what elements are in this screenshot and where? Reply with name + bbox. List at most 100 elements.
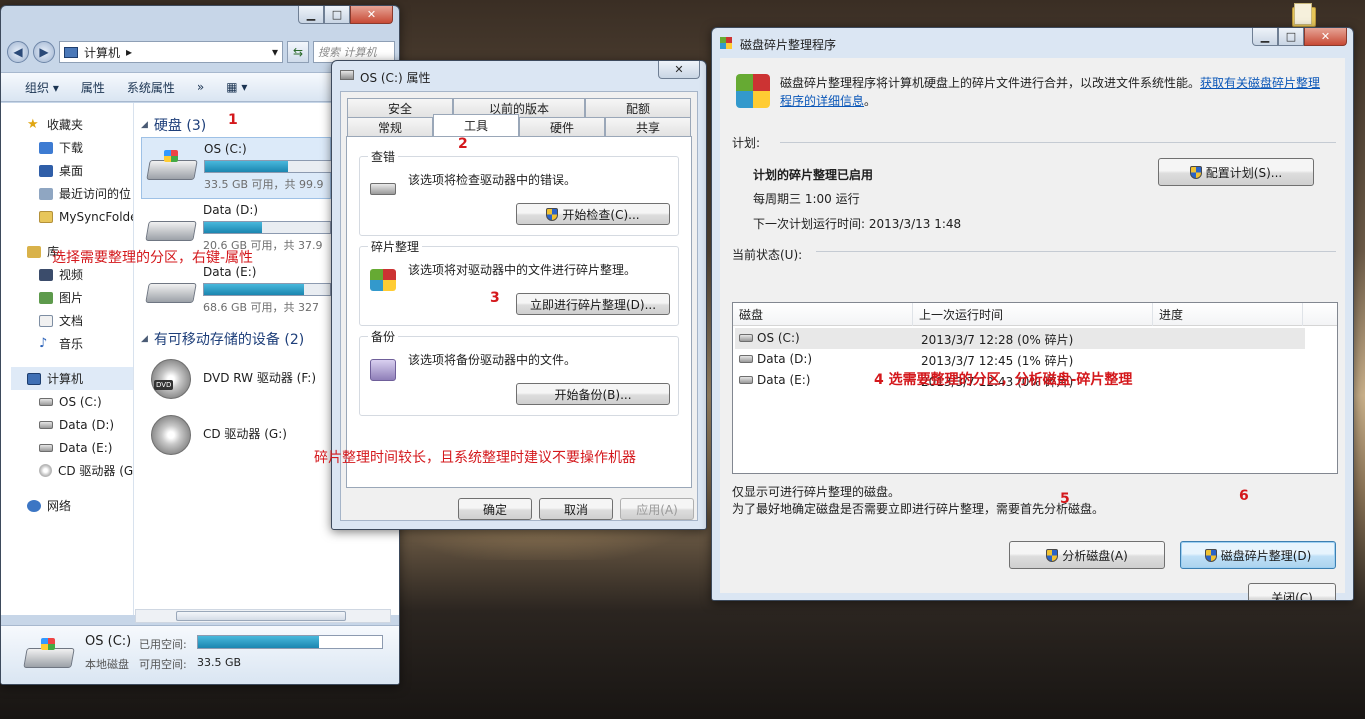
tab-tools[interactable]: 工具 — [433, 114, 519, 136]
info-note: 为了最好地确定磁盘是否需要立即进行碎片整理，需要首先分析磁盘。 — [732, 502, 1105, 516]
drive-tile-os-c[interactable]: OS (C:) 33.5 GB 可用，共 99.9 — [141, 137, 332, 199]
annotation-step-6: 6 — [1239, 488, 1249, 504]
group-legend: 备份 — [368, 328, 399, 345]
info-note: 仅显示可进行碎片整理的磁盘。 — [732, 485, 901, 499]
nav-cd-g[interactable]: CD 驱动器 (G — [11, 459, 133, 482]
group-header-removable[interactable]: ◢ 有可移动存储的设备 (2) — [141, 327, 331, 351]
column-disk[interactable]: 磁盘 — [733, 303, 913, 326]
computer-icon — [64, 46, 78, 58]
nav-data-e[interactable]: Data (E:) — [11, 436, 133, 459]
drive-name: Data (D:) — [203, 203, 259, 217]
forward-icon[interactable]: ▶ — [33, 41, 55, 63]
defragment-now-button[interactable]: 立即进行碎片整理(D)... — [516, 293, 670, 315]
explorer-caption-buttons: ▁ □ ✕ — [298, 6, 393, 24]
apply-button[interactable]: 应用(A) — [620, 498, 694, 520]
tab-quota[interactable]: 配额 — [585, 98, 691, 117]
defragment-disk-button[interactable]: 磁盘碎片整理(D) — [1180, 541, 1336, 569]
nav-favorites[interactable]: ★ 收藏夹 — [11, 113, 133, 136]
scrollbar-thumb[interactable] — [176, 611, 346, 621]
annotation-step-1: 1 — [228, 112, 238, 128]
usage-fill — [204, 222, 262, 233]
documents-icon — [39, 314, 53, 327]
row-disk: Data (E:) — [757, 373, 811, 387]
back-icon[interactable]: ◀ — [7, 41, 29, 63]
uac-shield-icon — [1204, 548, 1217, 562]
path-chevron-icon[interactable]: ▸ — [126, 45, 132, 59]
drive-icon — [39, 397, 53, 406]
horizontal-scrollbar[interactable] — [135, 609, 391, 623]
properties-button[interactable]: 属性 — [81, 79, 105, 96]
system-drive-icon — [739, 334, 753, 342]
minimize-button[interactable]: ▁ — [298, 6, 324, 24]
refresh-icon[interactable]: ⇆ — [287, 41, 309, 63]
tab-general[interactable]: 常规 — [347, 117, 433, 136]
desktop-folder-icon[interactable] — [1290, 3, 1318, 29]
drive-icon — [39, 420, 53, 429]
drive-tile-cd-g[interactable]: CD 驱动器 (G:) — [141, 407, 331, 463]
list-row[interactable]: Data (D:) 2013/3/7 12:45 (1% 碎片) — [735, 349, 1305, 370]
address-path: 计算机 — [84, 45, 121, 60]
backup-icon — [370, 359, 396, 381]
drive-icon — [739, 376, 753, 384]
nav-documents[interactable]: 文档 — [11, 309, 133, 332]
nav-pictures[interactable]: 图片 — [11, 286, 133, 309]
close-button[interactable]: ✕ — [1304, 28, 1347, 46]
cancel-button[interactable]: 取消 — [539, 498, 613, 520]
tab-sharing[interactable]: 共享 — [605, 117, 691, 136]
address-bar[interactable]: 计算机 ▸ ▾ — [59, 41, 283, 63]
nav-computer[interactable]: 计算机 — [11, 367, 133, 390]
nav-os-c[interactable]: OS (C:) — [11, 390, 133, 413]
schedule-frequency: 每周期三 1:00 运行 — [753, 192, 860, 206]
nav-music[interactable]: ♪ 音乐 — [11, 332, 133, 355]
nav-recent[interactable]: 最近访问的位 — [11, 182, 133, 205]
downloads-icon — [39, 141, 53, 154]
content-pane: ◢ 硬盘 (3) OS (C:) 33.5 GB 可用，共 99.9 Data (… — [141, 113, 332, 593]
view-options-icon[interactable]: ▦ ▾ — [226, 80, 247, 94]
nav-downloads[interactable]: 下载 — [11, 136, 133, 159]
configure-schedule-button[interactable]: 配置计划(S)... — [1158, 158, 1314, 186]
close-dialog-button[interactable]: 关闭(C) — [1248, 583, 1336, 600]
details-free-label: 可用空间: — [139, 658, 187, 671]
row-last-run: 2013/3/7 12:28 (0% 碎片) — [921, 333, 1074, 347]
drive-icon — [145, 273, 197, 307]
list-row[interactable]: OS (C:) 2013/3/7 12:28 (0% 碎片) — [735, 328, 1305, 349]
analyze-disk-button[interactable]: 分析磁盘(A) — [1009, 541, 1165, 569]
row-disk: OS (C:) — [757, 331, 800, 345]
minimize-button[interactable]: ▁ — [1252, 28, 1278, 46]
drive-free-text: 33.5 GB 可用，共 99.9 — [204, 178, 324, 191]
drive-tile-dvd-f[interactable]: DVD DVD RW 驱动器 (F:) — [141, 351, 331, 407]
group-description: 该选项将检查驱动器中的错误。 — [408, 173, 577, 187]
organize-menu[interactable]: 组织 ▾ — [25, 79, 59, 96]
column-last-run[interactable]: 上一次运行时间 — [913, 303, 1153, 326]
library-icon — [27, 245, 41, 258]
nav-network[interactable]: 网络 — [11, 494, 133, 517]
close-button[interactable]: ✕ — [350, 6, 393, 24]
annotation-step-3: 3 — [490, 290, 500, 306]
nav-desktop[interactable]: 桌面 — [11, 159, 133, 182]
details-usage-bar — [197, 635, 383, 649]
computer-icon — [27, 372, 41, 385]
defrag-body: 磁盘碎片整理程序将计算机硬盘上的碎片文件进行合并，以改进文件系统性能。获取有关磁… — [720, 58, 1345, 600]
ok-button[interactable]: 确定 — [458, 498, 532, 520]
navigation-pane: ★ 收藏夹 下载 桌面 最近访问的位 MySyncFolde 库 视频 图片 文档… — [11, 113, 133, 613]
check-now-button[interactable]: 开始检查(C)... — [516, 203, 670, 225]
nav-mysyncfolder[interactable]: MySyncFolde — [11, 205, 133, 228]
annotation-step-2: 2 — [458, 136, 468, 152]
folder-icon — [39, 210, 53, 223]
separator — [780, 142, 1336, 143]
tab-hardware[interactable]: 硬件 — [519, 117, 605, 136]
drive-tile-data-e[interactable]: Data (E:) 68.6 GB 可用，共 327 — [141, 261, 331, 323]
address-dropdown-icon[interactable]: ▾ — [272, 45, 278, 59]
maximize-button[interactable]: □ — [324, 6, 350, 24]
maximize-button[interactable]: □ — [1278, 28, 1304, 46]
pane-divider[interactable] — [133, 103, 134, 615]
drive-usage-bar — [203, 283, 331, 296]
more-commands-button[interactable]: » — [197, 80, 204, 94]
nav-data-d[interactable]: Data (D:) — [11, 413, 133, 436]
schedule-label: 计划: — [732, 136, 761, 150]
column-progress[interactable]: 进度 — [1153, 303, 1303, 326]
schedule-next-run: 下一次计划运行时间: 2013/3/13 1:48 — [753, 217, 962, 231]
system-properties-button[interactable]: 系统属性 — [127, 79, 175, 96]
close-button[interactable]: ✕ — [658, 61, 700, 79]
backup-now-button[interactable]: 开始备份(B)... — [516, 383, 670, 405]
